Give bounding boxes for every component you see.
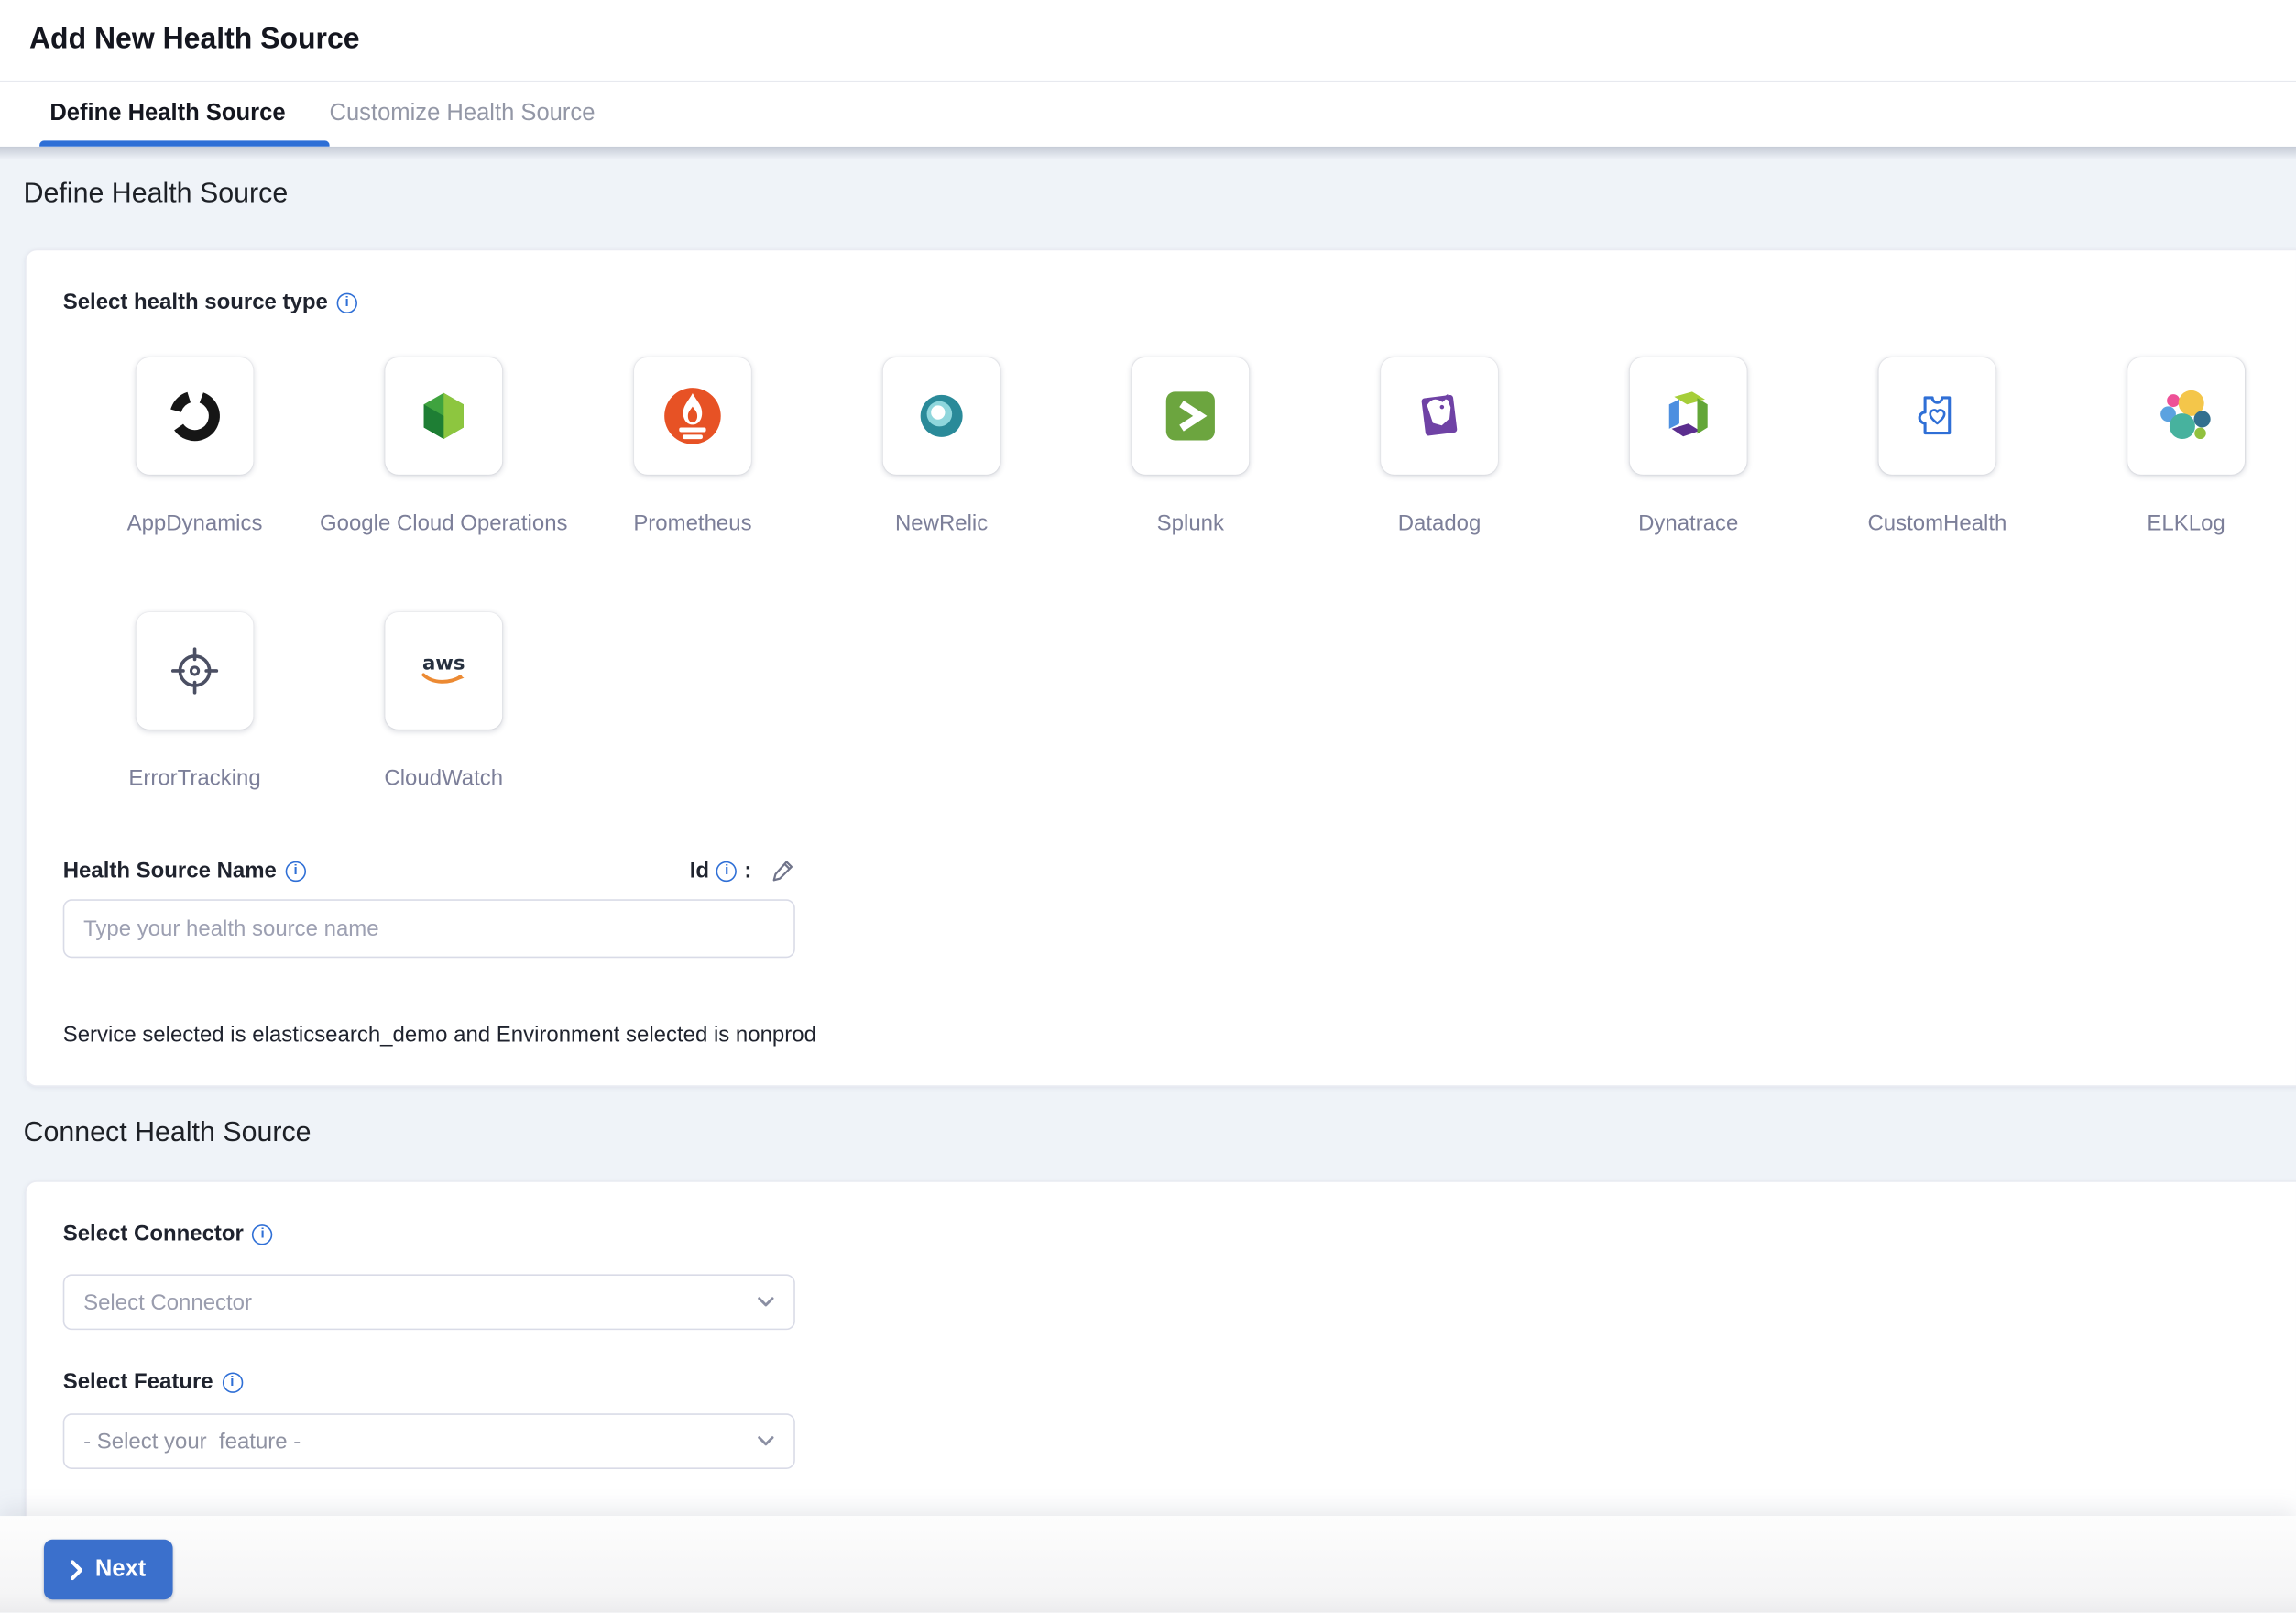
connector-select-placeholder: Select Connector <box>83 1289 757 1314</box>
select-feature-label: Select Feature <box>63 1369 213 1394</box>
tab-bar: Define Health Source Customize Health So… <box>0 82 2296 146</box>
info-icon[interactable] <box>252 1223 272 1244</box>
tab-customize-health-source[interactable]: Customize Health Source <box>329 101 595 127</box>
connector-select[interactable]: Select Connector <box>63 1274 795 1330</box>
tab-bar-shadow <box>0 147 2296 159</box>
info-icon[interactable] <box>222 1372 242 1392</box>
datadog-icon <box>1410 387 1469 445</box>
tile-errortracking[interactable]: ErrorTracking <box>71 612 320 794</box>
tile-customhealth[interactable]: CustomHealth <box>1813 357 2062 539</box>
tile-datadog[interactable]: Datadog <box>1315 357 1564 539</box>
google-cloud-operations-icon <box>413 385 475 446</box>
health-source-name-input[interactable] <box>63 899 795 958</box>
tile-elklog[interactable]: ELKLog <box>2061 357 2296 539</box>
connect-health-source-card: Select Connector Select Connector Select… <box>25 1180 2296 1562</box>
tile-splunk[interactable]: Splunk <box>1066 357 1315 539</box>
source-tiles-row-1: AppDynamics Google Cloud Operations <box>71 357 2296 539</box>
edit-id-pencil-icon[interactable] <box>771 859 795 883</box>
elklog-icon <box>2156 385 2217 446</box>
newrelic-icon <box>908 382 976 450</box>
tile-cloudwatch[interactable]: aws CloudWatch <box>319 612 568 794</box>
tile-newrelic[interactable]: NewRelic <box>817 357 1066 539</box>
panel-body: Define Health Source Select health sourc… <box>0 147 2296 1613</box>
customhealth-icon <box>1908 387 1966 445</box>
define-section-heading: Define Health Source <box>24 179 289 211</box>
info-icon[interactable] <box>716 861 737 881</box>
select-connector-label-row: Select Connector <box>63 1222 273 1246</box>
chevron-right-icon <box>71 1559 83 1579</box>
tile-appdynamics[interactable]: AppDynamics <box>71 357 320 539</box>
source-tiles-row-2: ErrorTracking aws CloudWatch <box>71 612 568 794</box>
feature-select[interactable]: - Select your feature - <box>63 1413 795 1469</box>
id-colon: : <box>744 859 751 883</box>
define-health-source-card: Select health source type AppDynamics <box>25 249 2296 1087</box>
info-icon[interactable] <box>285 861 305 881</box>
id-label: Id <box>690 859 709 883</box>
footer-bar: Next <box>0 1516 2296 1612</box>
svg-text:aws: aws <box>422 653 465 675</box>
connect-section-heading: Connect Health Source <box>24 1117 312 1149</box>
select-type-label-row: Select health source type <box>63 290 357 314</box>
info-icon[interactable] <box>336 292 356 313</box>
splunk-icon <box>1160 385 1221 446</box>
page-title: Add New Health Source <box>29 24 360 58</box>
next-button[interactable]: Next <box>44 1540 172 1600</box>
id-group: Id : <box>690 859 796 883</box>
page-header: Add New Health Source <box>0 0 2296 82</box>
chevron-down-icon <box>757 1435 774 1447</box>
tab-define-health-source[interactable]: Define Health Source <box>49 101 285 127</box>
feature-select-placeholder: - Select your feature - <box>83 1429 757 1454</box>
tile-prometheus[interactable]: Prometheus <box>568 357 817 539</box>
tile-google-cloud-operations[interactable]: Google Cloud Operations <box>319 357 568 539</box>
health-source-name-label-row: Health Source Name <box>63 859 795 885</box>
appdynamics-icon <box>166 387 224 445</box>
prometheus-icon <box>661 384 725 448</box>
select-feature-label-row: Select Feature <box>63 1369 243 1394</box>
errortracking-icon <box>164 640 225 701</box>
service-environment-note: Service selected is elasticsearch_demo a… <box>63 1023 816 1048</box>
health-source-name-label: Health Source Name <box>63 859 277 883</box>
next-button-label: Next <box>95 1556 146 1583</box>
tile-dynatrace[interactable]: Dynatrace <box>1564 357 1813 539</box>
cloudwatch-icon: aws <box>411 639 476 703</box>
select-type-label: Select health source type <box>63 290 328 314</box>
add-health-source-panel: Add New Health Source Define Health Sour… <box>0 0 2296 1613</box>
dynatrace-icon <box>1657 385 1719 446</box>
select-connector-label: Select Connector <box>63 1222 244 1246</box>
chevron-down-icon <box>757 1296 774 1308</box>
